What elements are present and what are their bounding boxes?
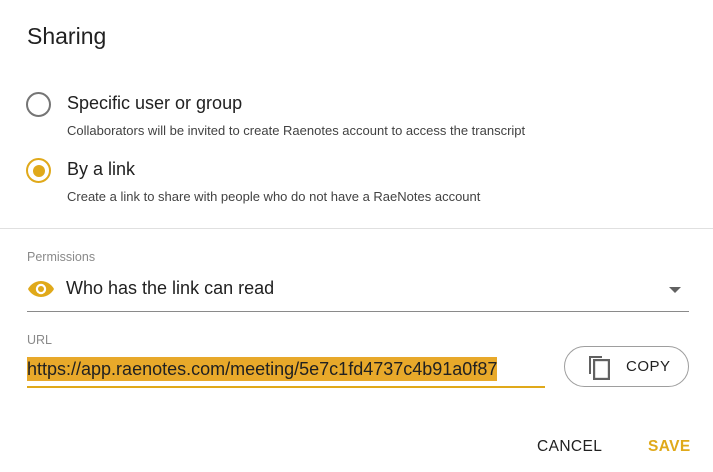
copy-button[interactable]: COPY — [564, 346, 689, 387]
cancel-button[interactable]: CANCEL — [537, 438, 602, 456]
url-value: https://app.raenotes.com/meeting/5e7c1fd… — [27, 357, 498, 381]
sharing-dialog: Sharing Specific user or group Collabora… — [0, 0, 713, 472]
option-label: By a link — [67, 159, 136, 179]
permissions-label: Permissions — [27, 250, 96, 264]
permissions-select[interactable]: Who has the link can read — [27, 273, 689, 312]
dialog-title: Sharing — [27, 23, 107, 49]
permissions-value: Who has the link can read — [66, 278, 275, 298]
radio-by-link[interactable] — [26, 158, 51, 183]
divider — [0, 228, 713, 229]
option-description: Collaborators will be invited to create … — [67, 123, 526, 138]
save-button[interactable]: SAVE — [648, 438, 691, 456]
radio-specific-user[interactable] — [26, 92, 51, 117]
copy-icon — [589, 356, 611, 380]
chevron-down-icon — [669, 287, 681, 293]
option-description: Create a link to share with people who d… — [67, 189, 481, 204]
copy-label: COPY — [626, 358, 671, 375]
option-label: Specific user or group — [67, 93, 243, 113]
eye-icon — [28, 281, 54, 297]
url-label: URL — [27, 333, 53, 347]
url-input[interactable]: https://app.raenotes.com/meeting/5e7c1fd… — [27, 355, 545, 388]
